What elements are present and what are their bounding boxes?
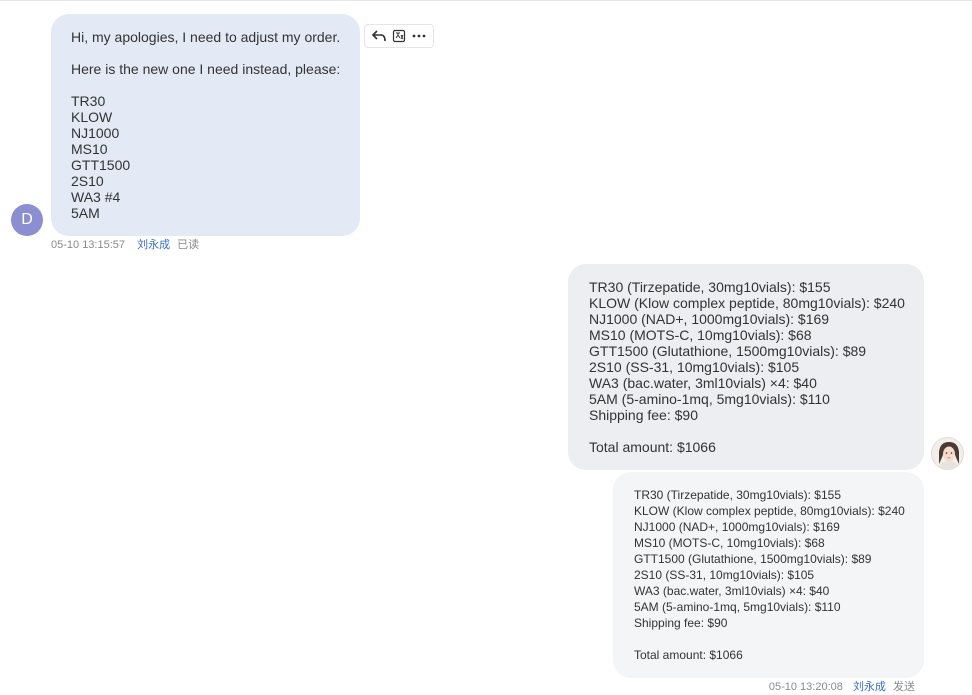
message-line: Shipping fee: $90 [589,407,698,423]
message-timestamp: 05-10 13:20:08 [768,681,843,693]
message-line: Total amount: $1066 [589,439,716,455]
incoming-message-meta: 05-10 13:15:57 刘永成 已读 [51,238,199,252]
message-line: 5AM (5-amino-1mq, 5mg10vials): $110 [589,391,830,407]
message-line: NJ1000 (NAD+, 1000mg10vials): $169 [589,311,830,327]
message-line: TR30 [71,93,106,109]
message-line: 5AM [71,205,100,221]
message-toolbar [364,24,434,48]
message-line: WA3 (bac.water, 3ml10vials) ×4: $40 [634,584,830,598]
message-line: GTT1500 (Glutathione, 1500mg10vials): $8… [589,343,867,359]
top-divider [0,0,972,1]
message-line: Hi, my apologies, I need to adjust my or… [71,29,341,45]
message-line: 5AM (5-amino-1mq, 5mg10vials): $110 [634,600,841,614]
message-line: GTT1500 [71,157,131,173]
message-line: MS10 [71,141,108,157]
message-line: 2S10 (SS-31, 10mg10vials): $105 [589,359,800,375]
message-line: WA3 #4 [71,189,121,205]
message-line: Total amount: $1066 [634,648,743,662]
read-status: 已读 [177,239,200,251]
message-line: MS10 (MOTS-C, 10mg10vials): $68 [634,536,825,550]
reply-icon[interactable] [370,27,388,45]
message-line: NJ1000 [71,125,120,141]
incoming-message-bubble[interactable]: Hi, my apologies, I need to adjust my or… [51,14,360,236]
message-line: NJ1000 (NAD+, 1000mg10vials): $169 [634,520,840,534]
send-status: 发送 [893,681,915,693]
outgoing-message-meta: 05-10 13:20:08 刘永成 发送 [769,680,915,694]
message-line: TR30 (Tirzepatide, 30mg10vials): $155 [634,488,841,502]
message-line: Here is the new one I need instead, plea… [71,61,341,77]
message-line: KLOW (Klow complex peptide, 80mg10vials)… [634,504,905,518]
message-line: MS10 (MOTS-C, 10mg10vials): $68 [589,327,812,343]
more-icon[interactable] [410,27,428,45]
message-line: TR30 (Tirzepatide, 30mg10vials): $155 [589,279,831,295]
outgoing-message-bubble[interactable]: TR30 (Tirzepatide, 30mg10vials): $155 KLO… [568,264,924,470]
message-sender-link[interactable]: 刘永成 [853,681,886,693]
outgoing-message-copy-bubble[interactable]: TR30 (Tirzepatide, 30mg10vials): $155 KLO… [613,472,924,678]
message-line: 2S10 [71,173,104,189]
message-line: Shipping fee: $90 [634,616,728,630]
message-line: WA3 (bac.water, 3ml10vials) ×4: $40 [589,375,817,391]
message-line: 2S10 (SS-31, 10mg10vials): $105 [634,568,815,582]
message-line: KLOW [71,109,113,125]
contact-avatar[interactable]: D [11,204,43,236]
message-line: GTT1500 (Glutathione, 1500mg10vials): $8… [634,552,872,566]
message-sender-link[interactable]: 刘永成 [137,239,170,251]
agent-avatar[interactable] [931,437,964,470]
message-line: KLOW (Klow complex peptide, 80mg10vials)… [589,295,905,311]
message-timestamp: 05-10 13:15:57 [51,239,126,251]
translate-icon[interactable] [390,27,408,45]
